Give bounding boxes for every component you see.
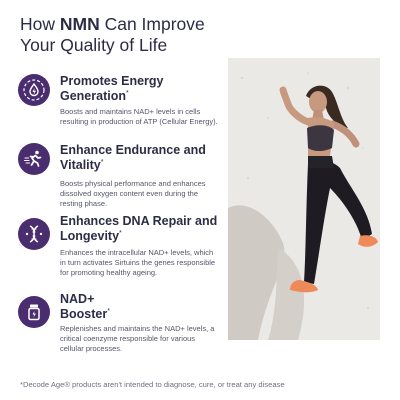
- benefit-description: Enhances the intracellular NAD+ levels, …: [60, 248, 216, 277]
- energy-drop-icon: [18, 74, 50, 106]
- benefit-dna: Enhances DNA Repair and Longevity* Enhan…: [18, 214, 218, 282]
- title-prefix: How: [20, 14, 60, 34]
- title-brand: NMN: [59, 14, 100, 34]
- benefit-heading: Enhances DNA Repair and Longevity*: [60, 214, 218, 243]
- athlete-running-photo: [228, 58, 380, 340]
- benefit-endurance: Enhance Endurance and Vitality* Boosts p…: [18, 143, 218, 208]
- page-title: How NMN Can Improve Your Quality of Life: [20, 14, 240, 56]
- benefit-description: Replenishes and maintains the NAD+ level…: [60, 324, 215, 353]
- benefit-description: Boosts and maintains NAD+ levels in cell…: [60, 107, 218, 126]
- benefit-description: Boosts physical performance and enhances…: [60, 179, 206, 208]
- benefit-heading: NAD+ Booster*: [60, 292, 110, 321]
- dna-helix-icon: [18, 218, 50, 250]
- benefit-heading: Promotes Energy Generation*: [60, 74, 164, 103]
- disclaimer-text: *Decode Age® products aren't intended to…: [20, 380, 285, 389]
- benefit-nad-booster: NAD+ Booster* Replenishes and maintains …: [18, 292, 218, 356]
- running-person-icon: [18, 143, 50, 175]
- benefit-heading: Enhance Endurance and Vitality*: [60, 143, 206, 172]
- supplement-jar-icon: [18, 296, 50, 328]
- benefit-energy: Promotes Energy Generation* Boosts and m…: [18, 74, 218, 138]
